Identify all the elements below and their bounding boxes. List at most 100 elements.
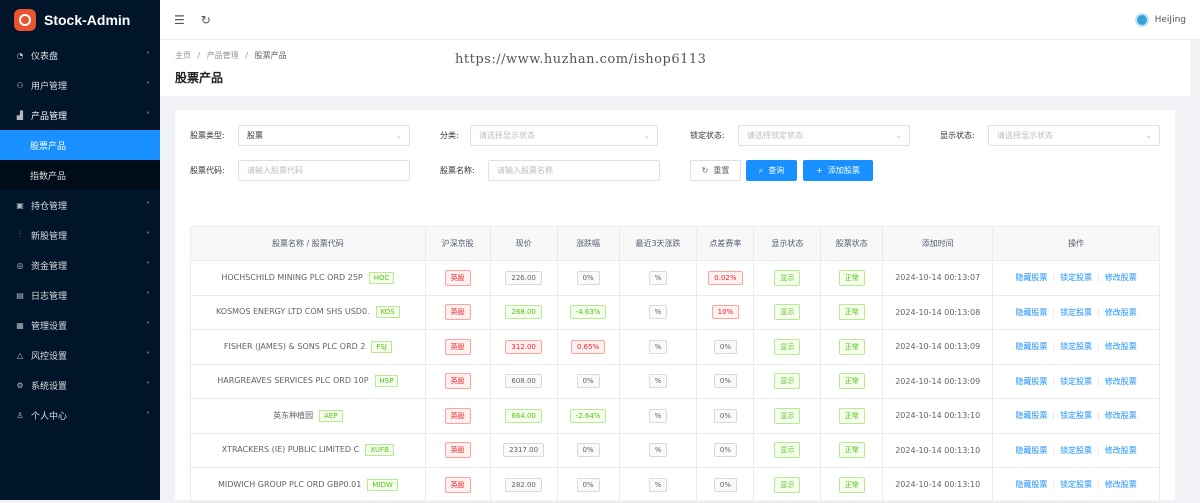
- lock-stock-link[interactable]: 锁定股票: [1060, 411, 1092, 420]
- chevron-down-icon: ˅: [146, 80, 150, 90]
- hide-stock-link[interactable]: 隐藏股票: [1015, 342, 1047, 351]
- stock-status-cell: 正常: [820, 432, 884, 468]
- lock-stock-link[interactable]: 锁定股票: [1060, 273, 1092, 282]
- person-icon: ♙: [16, 410, 24, 420]
- sidebar-item[interactable]: ⚙ 系统设置 ˅: [0, 370, 160, 400]
- market-cell: 英股: [424, 260, 491, 296]
- reset-button[interactable]: ↻ 重置: [690, 160, 741, 181]
- edit-stock-link[interactable]: 修改股票: [1105, 480, 1137, 489]
- stock-name-cell: HOCHSCHILD MINING PLC ORD 25P HOC: [190, 260, 426, 296]
- sidebar-item[interactable]: ▦ 管理设置 ˅: [0, 310, 160, 340]
- sidebar-subitem[interactable]: 指数产品: [0, 160, 160, 190]
- hide-stock-link[interactable]: 隐藏股票: [1015, 377, 1047, 386]
- filter-category: 分类: 请选择显示状态 ⌄: [440, 125, 658, 146]
- sidebar-item[interactable]: ♙ 个人中心 ˅: [0, 400, 160, 430]
- refresh-icon[interactable]: ↻: [201, 13, 211, 27]
- log-icon: ▤: [16, 290, 24, 300]
- filter-actions: ↻ 重置 ⌕ 查询 + 添加股票: [690, 160, 873, 181]
- stock-code-badge: HOC: [368, 271, 395, 284]
- sidebar-item[interactable]: ▤ 日志管理 ˅: [0, 280, 160, 310]
- operations-cell: 隐藏股票 | 锁定股票 | 修改股票: [992, 398, 1160, 434]
- column-header: 沪深京股: [424, 226, 491, 261]
- spread-rate-cell: 10%: [696, 294, 755, 330]
- spread-rate-cell: 0%: [696, 432, 755, 468]
- collapse-menu-icon[interactable]: ☰: [174, 13, 185, 27]
- spread-rate-tag: 10%: [711, 305, 740, 320]
- stock-status-cell: 正常: [820, 260, 884, 296]
- edit-stock-link[interactable]: 修改股票: [1105, 377, 1137, 386]
- market-tag: 英股: [444, 476, 471, 493]
- hide-stock-link[interactable]: 隐藏股票: [1015, 308, 1047, 317]
- breadcrumb-level1[interactable]: 产品管理: [207, 51, 239, 60]
- spread-rate-tag: 0%: [713, 477, 737, 492]
- warning-icon: △: [16, 350, 24, 360]
- chevron-down-icon: ⌄: [395, 131, 402, 140]
- spread-rate-tag: 0%: [713, 408, 737, 423]
- lock-stock-link[interactable]: 锁定股票: [1060, 308, 1092, 317]
- category-select[interactable]: 请选择显示状态 ⌄: [470, 125, 658, 146]
- app-logo[interactable]: Stock-Admin: [0, 0, 160, 40]
- lock-stock-link[interactable]: 锁定股票: [1060, 480, 1092, 489]
- sidebar-item[interactable]: ▣ 持仓管理 ˅: [0, 190, 160, 220]
- divider: |: [1097, 376, 1100, 386]
- hide-stock-link[interactable]: 隐藏股票: [1015, 411, 1047, 420]
- lock-stock-link[interactable]: 锁定股票: [1060, 377, 1092, 386]
- display-status-select[interactable]: 请选择显示状态 ⌄: [988, 125, 1160, 146]
- sidebar-item-label: 仪表盘: [31, 51, 59, 62]
- sidebar-item[interactable]: ⫶ 新股管理 ˅: [0, 220, 160, 250]
- stock-name-input[interactable]: 请输入股票名称: [488, 160, 660, 181]
- gear-icon: ⚙: [16, 380, 24, 390]
- stock-type-label: 股票类型:: [190, 131, 225, 140]
- user-menu[interactable]: HeiJing: [1134, 12, 1186, 27]
- stock-name: FISHER (JAMES) & SONS PLC ORD 2: [223, 341, 366, 351]
- column-header: 操作: [992, 226, 1160, 261]
- sidebar-item-label: 持仓管理: [31, 201, 68, 212]
- sidebar-item[interactable]: ▟ 产品管理 ˄: [0, 100, 160, 130]
- change-tag: 0%: [576, 443, 600, 458]
- edit-stock-link[interactable]: 修改股票: [1105, 411, 1137, 420]
- search-button[interactable]: ⌕ 查询: [746, 160, 797, 181]
- sidebar-item-label: 个人中心: [31, 411, 68, 422]
- hide-stock-link[interactable]: 隐藏股票: [1015, 446, 1047, 455]
- stock-name-cell: FISHER (JAMES) & SONS PLC ORD 2 FSJ: [190, 329, 426, 365]
- sidebar-item-label: 系统设置: [31, 381, 68, 392]
- divider: |: [1097, 411, 1100, 421]
- sidebar-item[interactable]: ◔ 仪表盘 ˅: [0, 40, 160, 70]
- sidebar-item[interactable]: ⚇ 用户管理 ˅: [0, 70, 160, 100]
- edit-stock-link[interactable]: 修改股票: [1105, 446, 1137, 455]
- display-status-tag: 显示: [774, 476, 801, 493]
- edit-stock-link[interactable]: 修改股票: [1105, 273, 1137, 282]
- sidebar-item[interactable]: ◎ 资金管理 ˅: [0, 250, 160, 280]
- operations-cell: 隐藏股票 | 锁定股票 | 修改股票: [992, 329, 1160, 365]
- sidebar-subitem[interactable]: 股票产品: [0, 130, 160, 160]
- edit-stock-link[interactable]: 修改股票: [1105, 342, 1137, 351]
- lock-stock-link[interactable]: 锁定股票: [1060, 342, 1092, 351]
- price-cell: 282.00: [489, 467, 558, 503]
- lock-status-select[interactable]: 请选择锁定状态 ⌄: [738, 125, 910, 146]
- three-day-change-cell: %: [618, 363, 698, 399]
- stock-type-select[interactable]: 股票 ⌄: [238, 125, 410, 146]
- stock-name-label: 股票名称:: [440, 166, 475, 175]
- chevron-down-icon: ⌄: [643, 131, 650, 140]
- breadcrumb-home[interactable]: 主页: [175, 51, 191, 60]
- spread-rate-tag: 0.02%: [708, 270, 743, 285]
- column-header: 涨跌幅: [556, 226, 620, 261]
- search-icon: ⌕: [758, 165, 764, 175]
- add-stock-button[interactable]: + 添加股票: [803, 160, 873, 181]
- price-tag: 664.00: [505, 408, 542, 423]
- edit-stock-link[interactable]: 修改股票: [1105, 308, 1137, 317]
- change-cell: 0%: [556, 363, 620, 399]
- stock-name: XTRACKERS (IE) PUBLIC LIMITED C: [221, 445, 360, 455]
- add-stock-label: 添加股票: [827, 166, 860, 175]
- category-label: 分类:: [440, 131, 459, 140]
- price-tag: 312.00: [505, 339, 542, 354]
- add-time-cell: 2024-10-14 00:13:10: [882, 432, 994, 468]
- market-cell: 英股: [424, 467, 491, 503]
- stock-code-input[interactable]: 请输入股票代码: [238, 160, 410, 181]
- spread-rate-tag: 0%: [713, 374, 737, 389]
- three-day-change-cell: %: [618, 398, 698, 434]
- hide-stock-link[interactable]: 隐藏股票: [1015, 273, 1047, 282]
- hide-stock-link[interactable]: 隐藏股票: [1015, 480, 1047, 489]
- lock-stock-link[interactable]: 锁定股票: [1060, 446, 1092, 455]
- sidebar-item[interactable]: △ 风控设置 ˅: [0, 340, 160, 370]
